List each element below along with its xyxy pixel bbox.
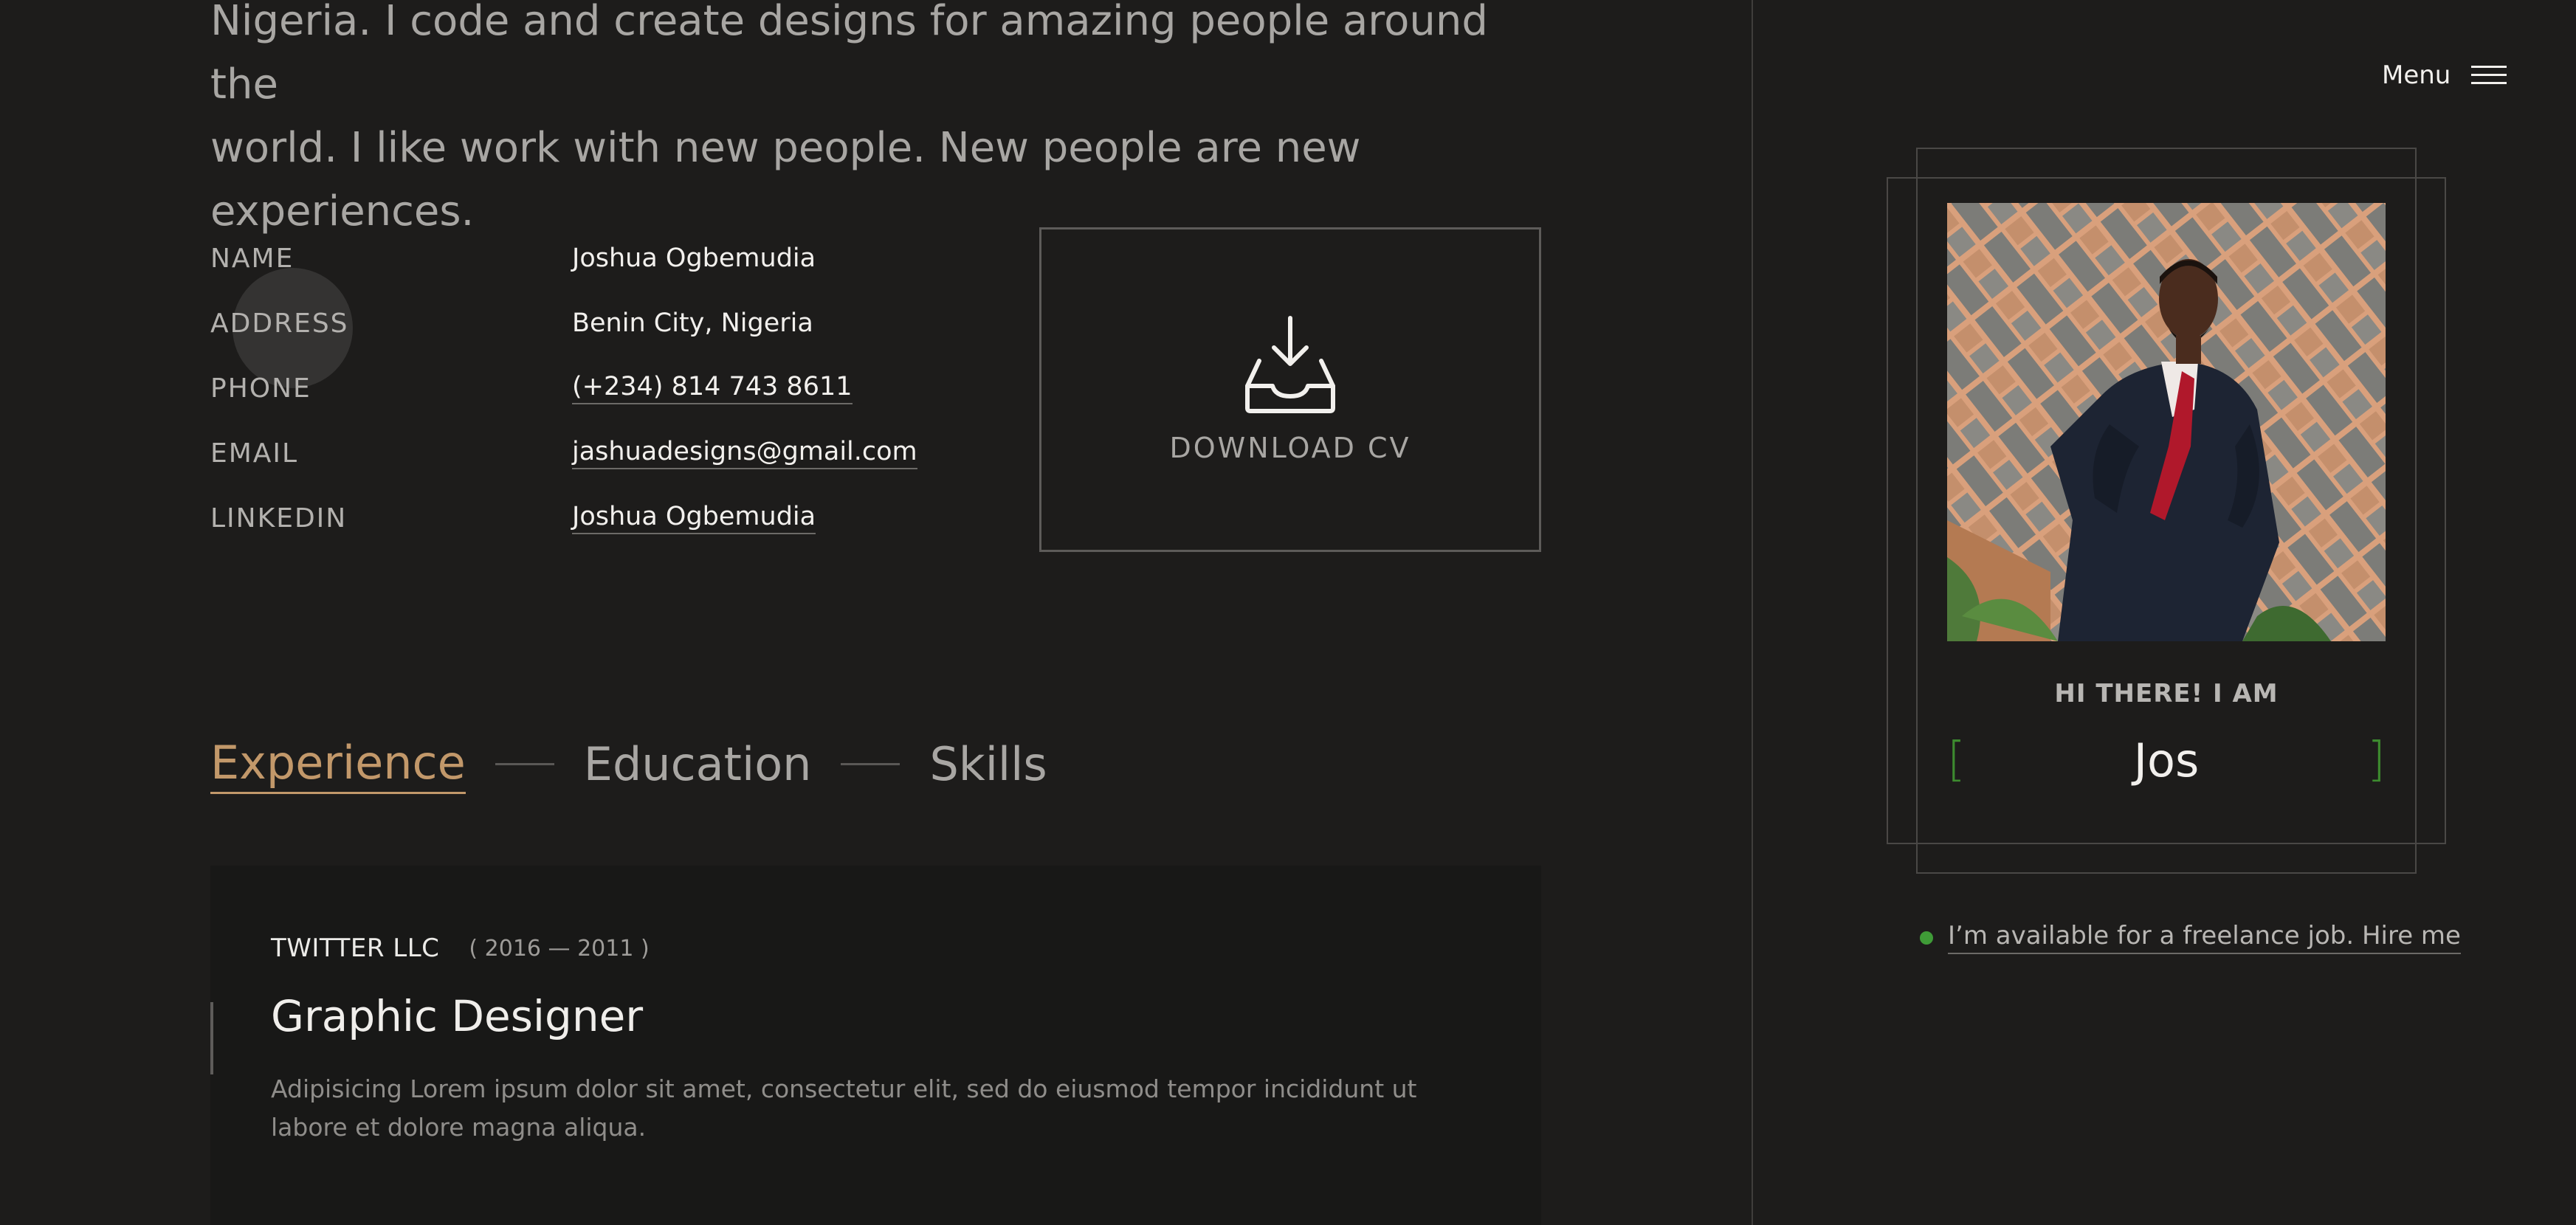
- info-value-address: Benin City, Nigeria: [572, 308, 813, 338]
- menu-button[interactable]: Menu: [2382, 61, 2507, 90]
- hamburger-icon: [2471, 64, 2507, 86]
- experience-title: Graphic Designer: [271, 991, 644, 1041]
- tab-experience[interactable]: Experience: [210, 734, 466, 794]
- typed-name-row: [ Jos ]: [1947, 731, 2386, 790]
- download-cv-label: DOWNLOAD CV: [1169, 432, 1411, 464]
- experience-company: TWITTER LLC: [271, 934, 440, 963]
- bracket-close: ]: [2367, 733, 2386, 787]
- experience-card: TWITTER LLC ( 2016 — 2011 ) Graphic Desi…: [210, 866, 1541, 1225]
- info-row-address: ADDRESS Benin City, Nigeria: [210, 301, 813, 345]
- hire-me-text: I’m available for a freelance job. Hire …: [1948, 921, 2461, 954]
- main-content: Nigeria. I code and create designs for a…: [0, 0, 1752, 1225]
- tab-education[interactable]: Education: [584, 737, 812, 791]
- info-label: LINKEDIN: [210, 503, 348, 534]
- profile-sidebar: Menu HI THERE! I AM [Jos] I’m availabl…: [1752, 0, 2576, 1225]
- info-label: PHONE: [210, 373, 311, 404]
- download-cv-button[interactable]: DOWNLOAD CV: [1039, 227, 1541, 552]
- tab-divider: [495, 763, 554, 765]
- experience-accent-bar: [210, 1002, 213, 1074]
- bracket-open: [: [1947, 733, 1966, 787]
- info-label: EMAIL: [210, 438, 299, 469]
- greeting-text: HI THERE! I AM: [2054, 679, 2279, 708]
- email-link[interactable]: jashuadesigns@gmail.com: [572, 437, 917, 469]
- typed-name: Jos: [2133, 733, 2200, 787]
- tab-skills[interactable]: Skills: [929, 737, 1047, 791]
- info-row-name: NAME Joshua Ogbemudia: [210, 236, 816, 280]
- menu-label: Menu: [2382, 61, 2451, 90]
- hire-me-link[interactable]: I’m available for a freelance job. Hire …: [1920, 921, 2461, 954]
- linkedin-link[interactable]: Joshua Ogbemudia: [572, 502, 816, 534]
- page: Nigeria. I code and create designs for a…: [0, 0, 2576, 1225]
- resume-tabs: Experience Education Skills: [210, 734, 1047, 794]
- availability-dot-icon: [1920, 931, 1933, 945]
- profile-photo: [1947, 203, 2386, 641]
- intro-text: Nigeria. I code and create designs for a…: [210, 0, 1568, 244]
- experience-header: TWITTER LLC ( 2016 — 2011 ): [271, 934, 650, 963]
- info-row-email: EMAIL jashuadesigns@gmail.com: [210, 431, 917, 475]
- info-value-name: Joshua Ogbemudia: [572, 244, 816, 273]
- experience-description: Adipisicing Lorem ipsum dolor sit amet, …: [271, 1074, 1417, 1142]
- info-row-phone: PHONE (+234) 814 743 8611: [210, 366, 853, 410]
- intro-line-2: world. I like work with new people. New …: [210, 124, 1361, 235]
- tab-divider: [841, 763, 900, 765]
- download-tray-icon: [1245, 316, 1335, 413]
- info-label: ADDRESS: [210, 308, 349, 339]
- intro-line-1: Nigeria. I code and create designs for a…: [210, 0, 1488, 108]
- info-row-linkedin: LINKEDIN Joshua Ogbemudia: [210, 496, 816, 540]
- experience-years: ( 2016 — 2011 ): [469, 935, 650, 962]
- phone-link[interactable]: (+234) 814 743 8611: [572, 372, 853, 404]
- info-label: NAME: [210, 243, 295, 274]
